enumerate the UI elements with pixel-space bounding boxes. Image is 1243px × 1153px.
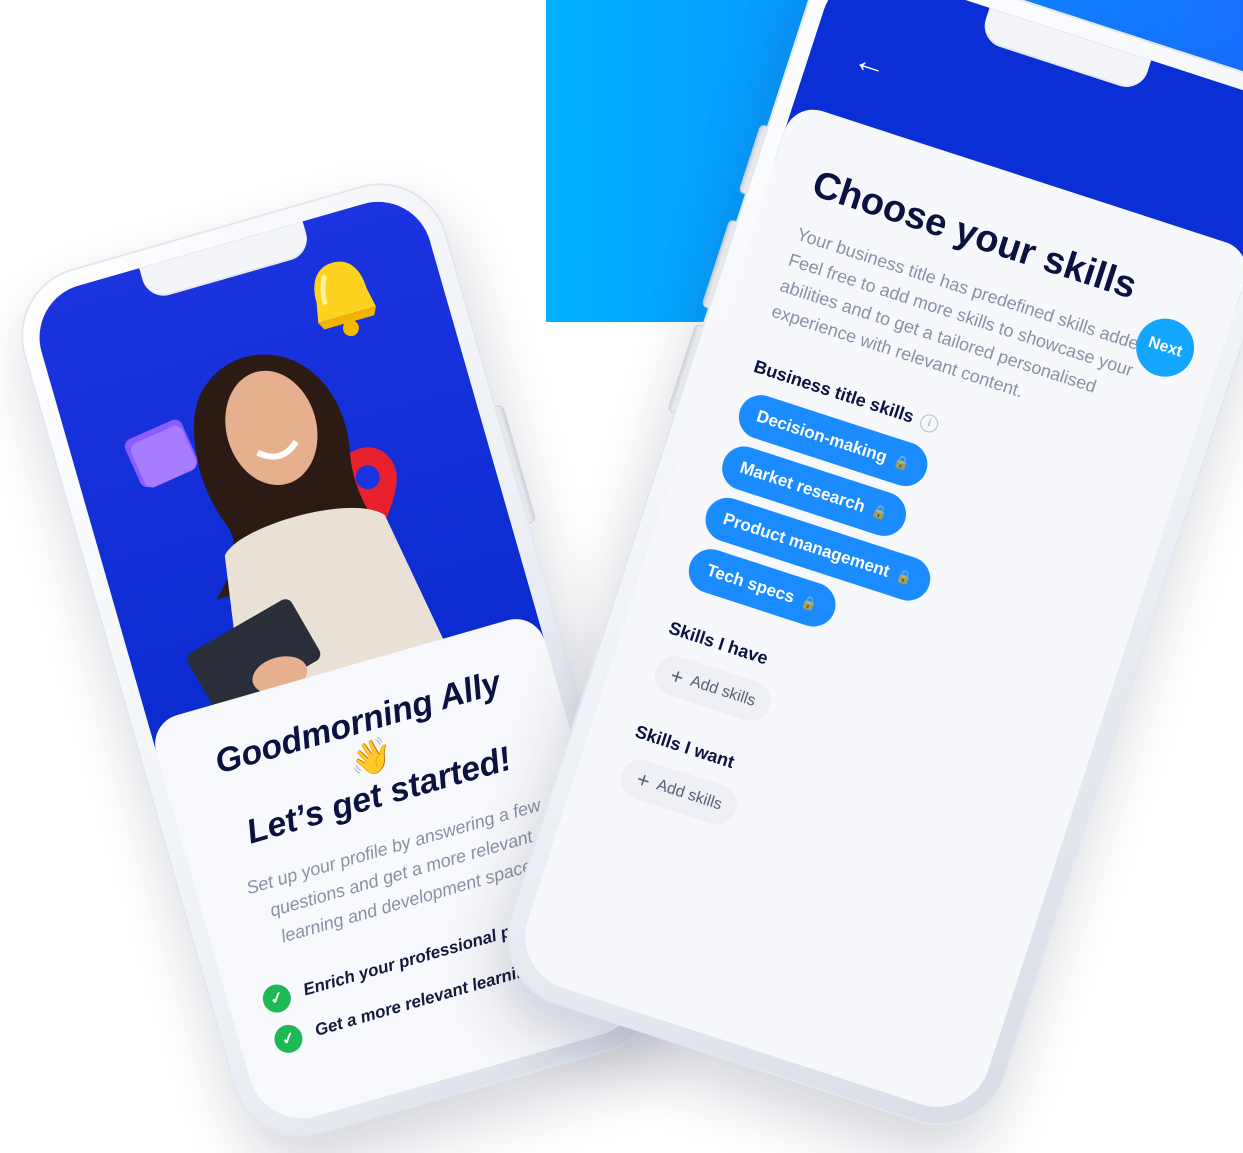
lock-icon: 🔒 bbox=[894, 567, 915, 587]
back-arrow-icon[interactable]: ← bbox=[848, 39, 893, 87]
plus-icon: + bbox=[667, 662, 688, 691]
info-icon[interactable]: i bbox=[918, 411, 941, 435]
check-icon: ✓ bbox=[271, 1021, 306, 1057]
lock-icon: 🔒 bbox=[799, 593, 820, 613]
lock-icon: 🔒 bbox=[891, 452, 912, 473]
plus-icon: + bbox=[633, 766, 654, 794]
skill-chip-label: Tech specs bbox=[704, 560, 797, 607]
check-icon: ✓ bbox=[259, 981, 295, 1016]
add-skills-label: Add skills bbox=[688, 672, 758, 710]
add-skills-label: Add skills bbox=[654, 776, 725, 814]
lock-icon: 🔒 bbox=[869, 502, 890, 522]
